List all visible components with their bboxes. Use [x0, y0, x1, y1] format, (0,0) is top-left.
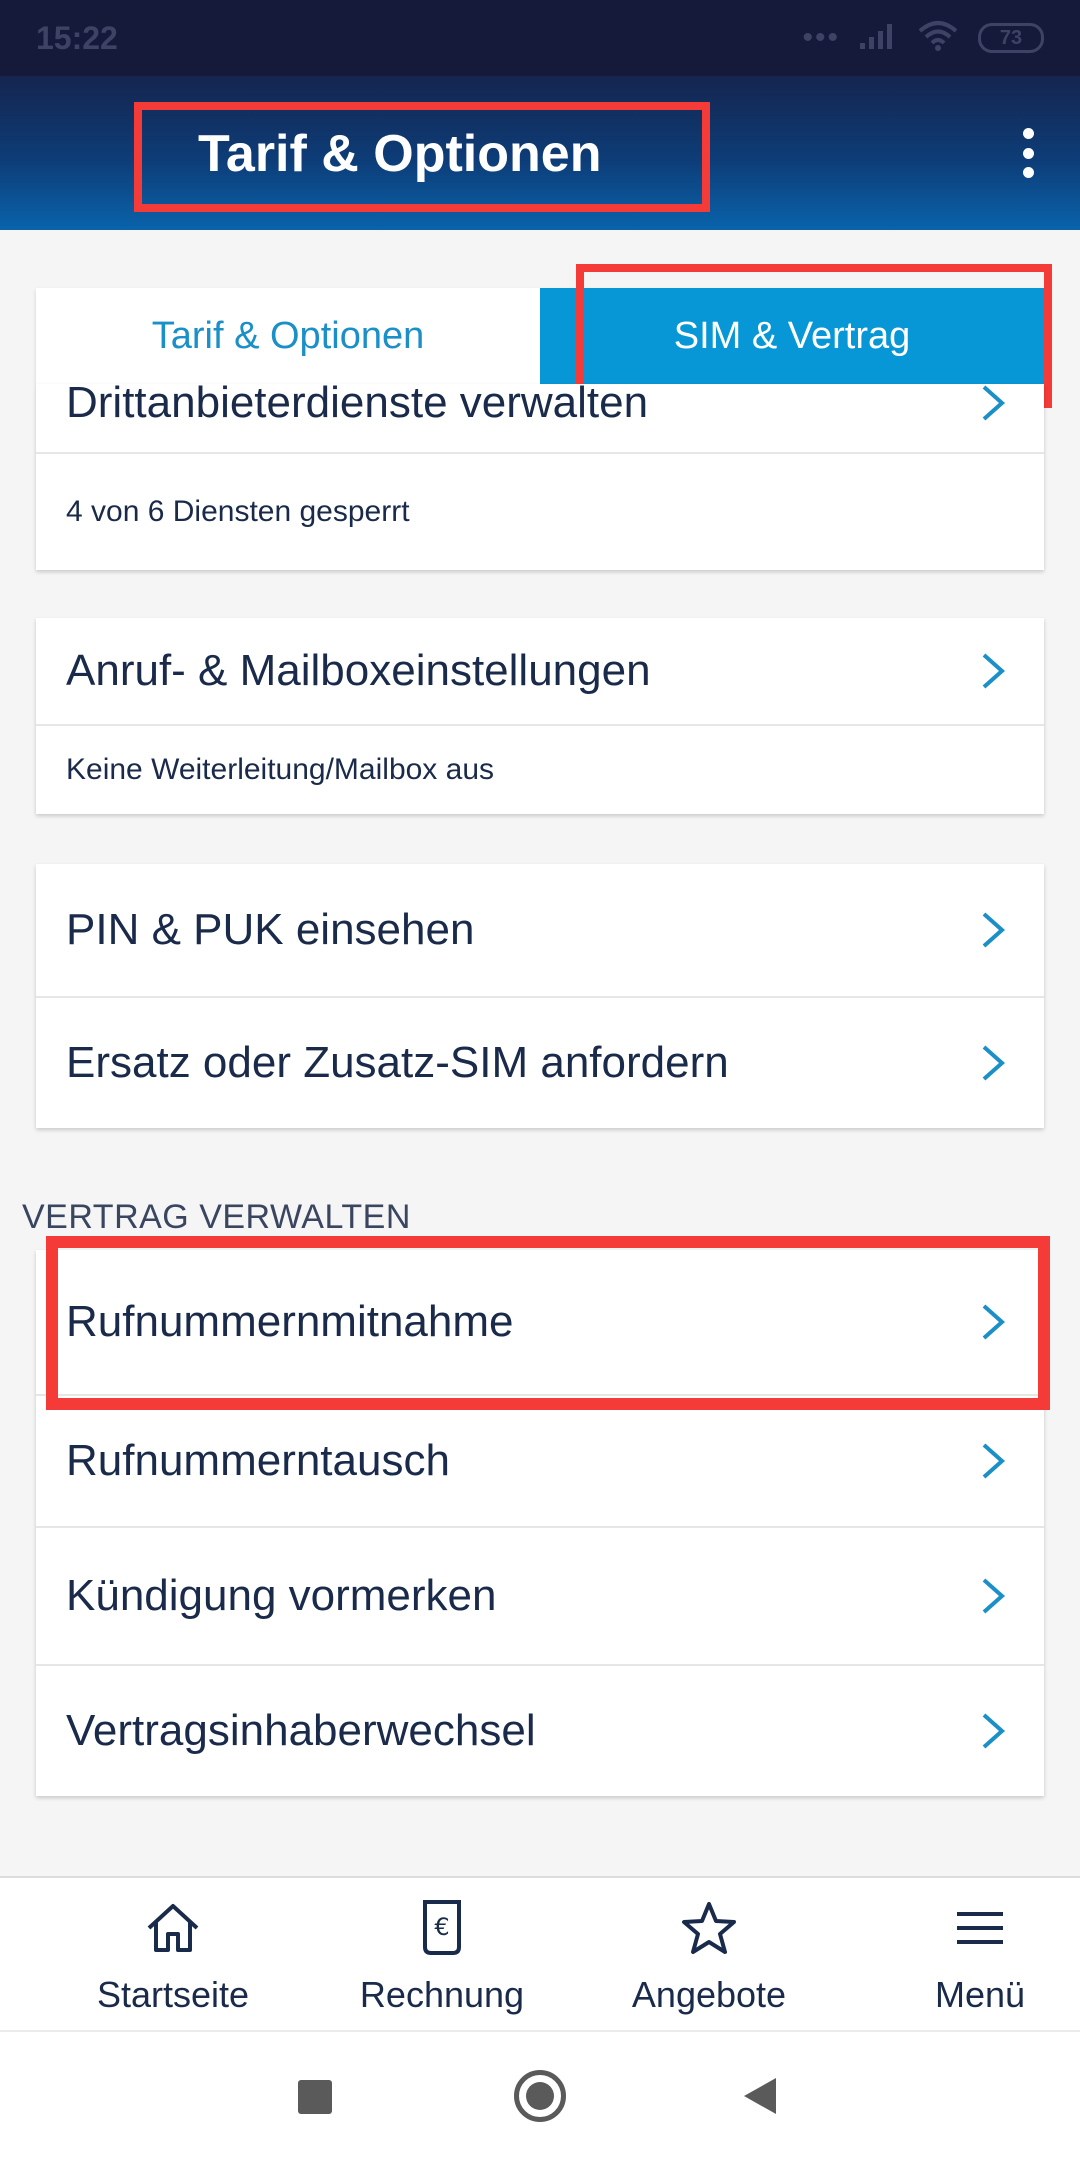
list-item-replacement-sim[interactable]: Ersatz oder Zusatz-SIM anfordern [36, 998, 1044, 1128]
pin-puk-label: PIN & PUK einsehen [66, 905, 475, 954]
home-button-icon[interactable] [514, 2070, 566, 2122]
back-icon[interactable] [742, 2076, 778, 2121]
list-item-number-change[interactable]: Rufnummerntausch [36, 1396, 1044, 1528]
call-settings-title: Anruf- & Mailboxeinstellungen [66, 646, 651, 695]
notification-dots-icon: ••• [802, 21, 840, 54]
wifi-icon [916, 19, 960, 58]
status-icons: ••• 73 [802, 19, 1044, 58]
chevron-right-icon [978, 1043, 1008, 1083]
third-party-card: Drittanbieterdienste verwalten 4 von 6 D… [36, 384, 1044, 570]
nav-item-invoice[interactable]: € Rechnung [346, 1878, 538, 2030]
chevron-right-icon [978, 384, 1008, 423]
third-party-title: Drittanbieterdienste verwalten [66, 384, 649, 427]
status-time: 15:22 [36, 19, 118, 56]
call-settings-card: Anruf- & Mailboxeinstellungen Keine Weit… [36, 618, 1044, 814]
chevron-right-icon [978, 1576, 1008, 1616]
chevron-right-icon [978, 651, 1008, 691]
battery-icon: 73 [978, 23, 1044, 53]
list-item-pin-puk[interactable]: PIN & PUK einsehen [36, 864, 1044, 998]
chevron-right-icon [978, 910, 1008, 950]
nav-label-invoice: Rechnung [359, 1974, 525, 2015]
call-settings-status-row: Keine Weiterleitung/Mailbox aus [36, 726, 1044, 814]
list-item-cancellation[interactable]: Kündigung vormerken [36, 1528, 1044, 1666]
nav-label-menu: Menü [934, 1974, 1026, 2015]
nav-label-offers: Angebote [631, 1974, 787, 2015]
star-icon [677, 1896, 741, 1960]
app-bar: Tarif & Optionen [0, 76, 1080, 230]
svg-text:€: € [434, 1913, 449, 1941]
number-porting-highlight-box [46, 1236, 1050, 1410]
status-bar: 15:22 ••• 73 [0, 0, 1080, 76]
chevron-right-icon [978, 1711, 1008, 1751]
title-highlight-box [134, 102, 710, 212]
sim-card: PIN & PUK einsehen Ersatz oder Zusatz-SI… [36, 864, 1044, 1128]
section-label-contract: VERTRAG VERWALTEN [22, 1198, 411, 1236]
call-settings-row[interactable]: Anruf- & Mailboxeinstellungen [36, 618, 1044, 726]
nav-item-home[interactable]: Startseite [0, 1878, 346, 2030]
system-nav-bar [0, 2030, 1080, 2160]
replacement-sim-label: Ersatz oder Zusatz-SIM anfordern [66, 1038, 729, 1087]
third-party-row[interactable]: Drittanbieterdienste verwalten [36, 384, 1044, 454]
chevron-right-icon [978, 1441, 1008, 1481]
list-item-owner-change[interactable]: Vertragsinhaberwechsel [36, 1666, 1044, 1796]
signal-icon [858, 21, 898, 56]
invoice-icon: € [410, 1896, 474, 1960]
bottom-nav: Startseite € Rechnung Angebote Menü [0, 1876, 1080, 2030]
call-settings-status: Keine Weiterleitung/Mailbox aus [66, 753, 495, 786]
tab-tarif-optionen[interactable]: Tarif & Optionen [36, 288, 540, 384]
nav-label-home: Startseite [96, 1974, 250, 2015]
nav-item-menu[interactable]: Menü [880, 1878, 1080, 2030]
number-change-label: Rufnummerntausch [66, 1436, 450, 1485]
nav-item-offers[interactable]: Angebote [538, 1878, 880, 2030]
home-icon [141, 1896, 205, 1960]
cancellation-label: Kündigung vormerken [66, 1571, 497, 1620]
third-party-status-row: 4 von 6 Diensten gesperrt [36, 454, 1044, 570]
recent-apps-icon[interactable] [298, 2080, 332, 2114]
owner-change-label: Vertragsinhaberwechsel [66, 1706, 536, 1755]
overflow-menu-icon[interactable] [1016, 128, 1040, 178]
third-party-status: 4 von 6 Diensten gesperrt [66, 495, 410, 528]
menu-icon [948, 1896, 1012, 1960]
